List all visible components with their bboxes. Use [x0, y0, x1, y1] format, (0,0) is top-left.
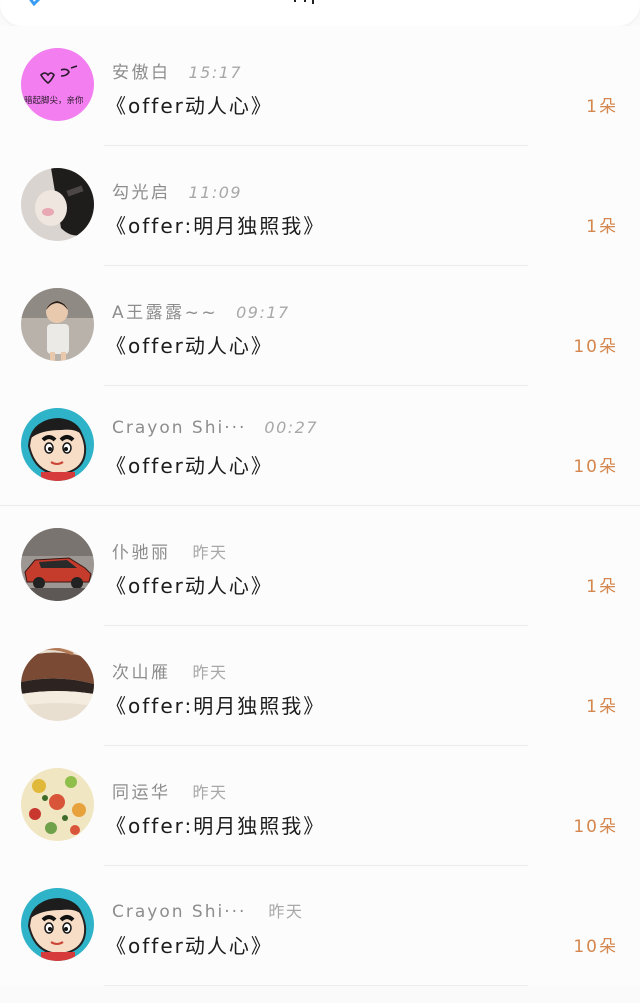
top-bar — [0, 0, 640, 26]
program-title: 《offer:明月独照我》 — [106, 694, 326, 718]
flower-record-list: 暗起脚尖，亲你 安傲白 15:17 《offer动人心》 1朵 勾光启 11:0… — [0, 26, 640, 986]
list-item[interactable]: 次山雁 昨天 《offer:明月独照我》 1朵 — [0, 626, 640, 746]
sender-name: 同运华 — [112, 783, 171, 803]
program-title: 《offer动人心》 — [106, 334, 273, 358]
sender-name: A王露露~~ — [112, 303, 219, 323]
program-title: 《offer:明月独照我》 — [106, 214, 326, 238]
avatar[interactable] — [21, 288, 94, 361]
send-time: 15:17 — [188, 63, 243, 82]
avatar-bread-icon — [21, 648, 94, 721]
sender-name: 仆驰丽 — [112, 543, 171, 563]
list-item[interactable]: Crayon Shi··· 昨天 《offer动人心》 10朵 — [0, 866, 640, 986]
record-meta: Crayon Shi··· 昨天 — [112, 898, 304, 922]
send-time: 昨天 — [268, 902, 304, 921]
avatar-photo-icon — [21, 168, 94, 241]
avatar-shinchan-icon — [21, 408, 94, 481]
sender-name: 次山雁 — [112, 663, 171, 683]
flower-count: 1朵 — [586, 697, 618, 717]
list-item[interactable]: 仆驰丽 昨天 《offer动人心》 1朵 — [0, 506, 640, 626]
avatar[interactable] — [21, 528, 94, 601]
divider — [104, 985, 528, 986]
program-title: 《offer:明月独照我》 — [106, 814, 326, 838]
list-item[interactable]: A王露露~~ 09:17 《offer动人心》 10朵 — [0, 266, 640, 386]
avatar[interactable] — [21, 168, 94, 241]
avatar[interactable] — [21, 768, 94, 841]
record-meta: 勾光启 11:09 — [112, 178, 243, 203]
avatar-pink-face-icon: 暗起脚尖，亲你 — [21, 48, 94, 121]
avatar-fruit-icon — [21, 768, 94, 841]
record-meta: 安傲白 15:17 — [112, 58, 243, 83]
avatar-caption: 暗起脚尖，亲你 — [24, 95, 84, 106]
avatar-child-icon — [21, 288, 94, 361]
avatar[interactable] — [21, 888, 94, 961]
send-time: 昨天 — [192, 663, 228, 682]
program-title: 《offer动人心》 — [106, 574, 273, 598]
program-title: 《offer动人心》 — [106, 94, 273, 118]
list-item[interactable]: 勾光启 11:09 《offer:明月独照我》 1朵 — [0, 146, 640, 266]
record-meta: 同运华 昨天 — [112, 778, 228, 803]
sender-name: Crayon Shi··· — [112, 418, 247, 438]
flower-count: 1朵 — [586, 217, 618, 237]
sender-name: 勾光启 — [112, 183, 171, 203]
program-title: 《offer动人心》 — [106, 454, 273, 478]
send-time: 11:09 — [188, 183, 243, 202]
flower-count: 10朵 — [573, 337, 618, 357]
send-time: 00:27 — [264, 418, 319, 437]
flower-count: 1朵 — [586, 577, 618, 597]
avatar[interactable] — [21, 648, 94, 721]
avatar[interactable]: 暗起脚尖，亲你 — [21, 48, 94, 121]
flower-count: 10朵 — [573, 457, 618, 477]
sender-name: 安傲白 — [112, 63, 171, 83]
flower-count: 10朵 — [573, 937, 618, 957]
avatar-car-icon — [21, 528, 94, 601]
flower-count: 10朵 — [573, 817, 618, 837]
sender-name: Crayon Shi··· — [112, 902, 247, 922]
page-title-fragment — [294, 0, 314, 4]
send-time: 昨天 — [192, 783, 228, 802]
record-meta: A王露露~~ 09:17 — [112, 298, 290, 323]
list-item[interactable]: 暗起脚尖，亲你 安傲白 15:17 《offer动人心》 1朵 — [0, 26, 640, 146]
record-meta: Crayon Shi··· 00:27 — [112, 418, 318, 440]
send-time: 09:17 — [236, 303, 290, 322]
program-title: 《offer动人心》 — [106, 934, 273, 958]
avatar-shinchan-icon — [21, 888, 94, 961]
flower-count: 1朵 — [586, 97, 618, 117]
avatar[interactable] — [21, 408, 94, 481]
record-meta: 次山雁 昨天 — [112, 658, 228, 683]
record-meta: 仆驰丽 昨天 — [112, 538, 228, 563]
back-arrow-icon[interactable] — [26, 0, 44, 8]
list-item[interactable]: 同运华 昨天 《offer:明月独照我》 10朵 — [0, 746, 640, 866]
list-item[interactable]: Crayon Shi··· 00:27 《offer动人心》 10朵 — [0, 386, 640, 506]
send-time: 昨天 — [192, 543, 228, 562]
